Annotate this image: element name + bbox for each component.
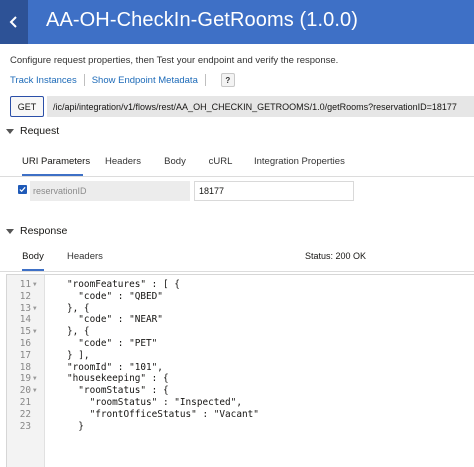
collapse-triangle-icon bbox=[6, 228, 14, 234]
line-number: 14 bbox=[19, 314, 31, 326]
code-line: 16 "code" : "PET" bbox=[7, 338, 474, 350]
code-text: "housekeeping" : { bbox=[67, 373, 169, 385]
line-number: 11 bbox=[19, 279, 31, 290]
instructions-text: Configure request properties, then Test … bbox=[10, 55, 339, 66]
code-line: 13 ▼ }, { bbox=[7, 303, 474, 315]
line-number: 12 bbox=[19, 290, 31, 302]
param-value-field[interactable]: 18177 bbox=[194, 181, 354, 201]
code-text: } bbox=[67, 420, 84, 432]
code-line: 23 } bbox=[7, 421, 474, 433]
request-section-label: Request bbox=[20, 125, 60, 137]
tab-response-body[interactable]: Body bbox=[22, 248, 44, 271]
line-number: 22 bbox=[19, 408, 31, 420]
response-status: Status: 200 OK bbox=[305, 251, 367, 261]
tab-response-headers[interactable]: Headers bbox=[67, 248, 103, 271]
chevron-left-icon bbox=[9, 16, 17, 28]
header-bar: AA-OH-CheckIn-GetRooms (1.0.0) bbox=[0, 0, 474, 44]
fold-arrow-icon[interactable]: ▼ bbox=[33, 385, 37, 397]
link-divider bbox=[83, 74, 85, 86]
fold-arrow-icon[interactable]: ▼ bbox=[33, 303, 37, 315]
collapse-triangle-icon bbox=[6, 128, 14, 134]
response-body-editor[interactable]: 11 ▼ "roomFeatures" : [ {12 "code" : "QBED… bbox=[6, 274, 474, 467]
tab-request-headers[interactable]: Headers bbox=[104, 153, 142, 176]
code-line: 14 "code" : "NEAR" bbox=[7, 314, 474, 326]
tab-curl[interactable]: cURL bbox=[207, 153, 234, 176]
code-line: 19 ▼ "housekeeping" : { bbox=[7, 373, 474, 385]
link-divider bbox=[204, 74, 206, 86]
code-line: 21 "roomStatus" : "Inspected", bbox=[7, 397, 474, 409]
http-method-button[interactable]: GET bbox=[10, 96, 44, 117]
fold-arrow-icon[interactable]: ▼ bbox=[33, 326, 37, 338]
response-tabs-divider bbox=[0, 271, 474, 272]
back-button[interactable] bbox=[0, 0, 28, 44]
code-text: "code" : "PET" bbox=[67, 338, 158, 349]
fold-arrow-icon[interactable]: ▼ bbox=[33, 279, 37, 291]
response-section-toggle[interactable]: Response bbox=[6, 225, 67, 237]
param-enable-checkbox[interactable] bbox=[18, 185, 27, 194]
code-text: "frontOfficeStatus" : "Vacant" bbox=[67, 408, 259, 420]
request-section-toggle[interactable]: Request bbox=[6, 125, 59, 137]
code-line: 17 } ], bbox=[7, 350, 474, 362]
code-line: 12 "code" : "QBED" bbox=[7, 291, 474, 303]
code-text: }, { bbox=[67, 302, 90, 314]
page-title: AA-OH-CheckIn-GetRooms (1.0.0) bbox=[46, 9, 358, 31]
code-text: "code" : "QBED" bbox=[67, 290, 163, 302]
help-icon[interactable]: ? bbox=[220, 73, 235, 87]
code-text: "roomId" : "101", bbox=[67, 361, 163, 373]
show-endpoint-metadata-link[interactable]: Show Endpoint Metadata bbox=[92, 75, 198, 86]
request-tabs-divider bbox=[0, 176, 474, 177]
code-line: 18 "roomId" : "101", bbox=[7, 362, 474, 374]
code-line: 20 ▼ "roomStatus" : { bbox=[7, 385, 474, 397]
response-section-label: Response bbox=[20, 225, 68, 237]
link-row: Track Instances Show Endpoint Metadata ? bbox=[10, 73, 235, 87]
line-number: 16 bbox=[19, 338, 31, 349]
checkmark-icon bbox=[19, 186, 26, 193]
line-number: 21 bbox=[19, 397, 31, 408]
line-number: 18 bbox=[19, 361, 31, 373]
tab-uri-parameters[interactable]: URI Parameters bbox=[22, 153, 90, 176]
code-text: "roomStatus" : { bbox=[67, 385, 169, 397]
code-line: 11 ▼ "roomFeatures" : [ { bbox=[7, 279, 474, 291]
line-number: 20 bbox=[19, 385, 31, 397]
code-text: }, { bbox=[67, 326, 90, 338]
code-text: } ], bbox=[67, 349, 90, 361]
code-text: "roomFeatures" : [ { bbox=[67, 279, 180, 290]
tab-request-body[interactable]: Body bbox=[162, 153, 188, 176]
code-line: 22 "frontOfficeStatus" : "Vacant" bbox=[7, 409, 474, 421]
line-number: 17 bbox=[19, 349, 31, 361]
line-number: 13 bbox=[19, 302, 31, 314]
code-line: 15 ▼ }, { bbox=[7, 326, 474, 338]
line-number: 23 bbox=[19, 420, 31, 432]
track-instances-link[interactable]: Track Instances bbox=[10, 75, 77, 86]
line-number: 19 bbox=[19, 373, 31, 385]
fold-arrow-icon[interactable]: ▼ bbox=[33, 373, 37, 385]
endpoint-url-field[interactable]: /ic/api/integration/v1/flows/rest/AA_OH_… bbox=[47, 96, 474, 117]
line-number: 15 bbox=[19, 326, 31, 338]
code-text: "roomStatus" : "Inspected", bbox=[67, 397, 242, 408]
code-text: "code" : "NEAR" bbox=[67, 314, 163, 326]
tab-integration-properties[interactable]: Integration Properties bbox=[254, 153, 345, 176]
param-name-field: reservationID bbox=[30, 181, 190, 201]
